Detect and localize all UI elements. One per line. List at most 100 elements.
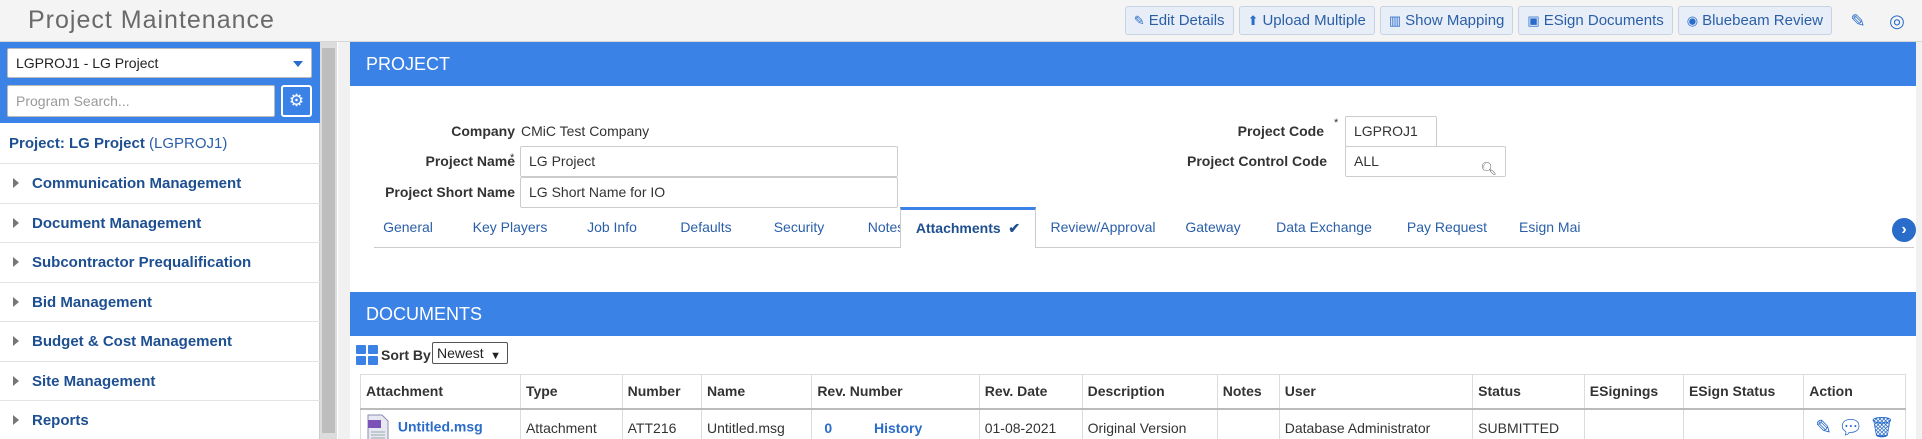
documents-section-header: DOCUMENTS bbox=[350, 292, 1916, 336]
documents-table: Attachment Type Number Name Rev. Number … bbox=[360, 374, 1906, 439]
name-cell: Untitled.msg bbox=[700, 408, 813, 439]
column-header-rev-date[interactable]: Rev. Date bbox=[978, 374, 1083, 410]
main-content: PROJECT Company CMiC Test Company Projec… bbox=[338, 42, 1922, 439]
tab-job-info[interactable]: Job Info bbox=[571, 207, 653, 248]
esign-documents-button[interactable]: ▣ ESign Documents bbox=[1518, 6, 1673, 35]
expand-arrow-icon bbox=[13, 257, 19, 267]
upload-icon: ⬆ bbox=[1247, 12, 1259, 28]
column-header-notes[interactable]: Notes bbox=[1216, 374, 1280, 410]
attachment-cell: Untitled.msg bbox=[360, 408, 521, 439]
eye-icon: ◉ bbox=[1686, 12, 1699, 28]
sidebar-item-budget-cost-management[interactable]: Budget & Cost Management bbox=[0, 321, 320, 361]
project-name-field[interactable]: LG Project bbox=[520, 146, 898, 177]
project-short-name-field[interactable]: LG Short Name for IO bbox=[520, 177, 898, 208]
tabs-scroll-right-button[interactable]: › bbox=[1892, 218, 1916, 242]
caret-down-icon bbox=[293, 61, 303, 67]
required-mark: * bbox=[510, 152, 515, 164]
column-header-number[interactable]: Number bbox=[621, 374, 702, 410]
tab-general[interactable]: General bbox=[374, 207, 442, 248]
sidebar-scrollbar[interactable] bbox=[320, 42, 337, 439]
description-cell: Original Version bbox=[1081, 408, 1218, 439]
company-value: CMiC Test Company bbox=[521, 123, 650, 139]
project-section-header: PROJECT bbox=[350, 42, 1916, 86]
sidebar-item-subcontractor-prequalification[interactable]: Subcontractor Prequalification bbox=[0, 242, 320, 282]
project-select[interactable]: LGPROJ1 - LG Project bbox=[7, 48, 312, 78]
column-header-attachment[interactable]: Attachment bbox=[360, 374, 521, 410]
sidebar-item-site-management[interactable]: Site Management bbox=[0, 360, 320, 401]
expand-arrow-icon bbox=[13, 217, 19, 228]
chevron-down-icon: ▼ bbox=[490, 350, 501, 362]
column-header-user[interactable]: User bbox=[1278, 374, 1474, 410]
trash-icon[interactable]: 🗑︎ bbox=[1869, 415, 1894, 439]
edit-details-button[interactable]: ✎ Edit Details bbox=[1124, 6, 1234, 35]
action-cell: ✎ 💬︎ 🗑︎ bbox=[1803, 408, 1906, 439]
comments-icon[interactable]: 💬︎ bbox=[1838, 415, 1863, 439]
sidebar-item-reports[interactable]: Reports bbox=[0, 400, 320, 439]
column-header-type[interactable]: Type bbox=[519, 374, 623, 410]
tab-security[interactable]: Security bbox=[755, 207, 843, 248]
sidebar-item-label: Document Management bbox=[32, 214, 202, 232]
sidebar-item-label: Site Management bbox=[32, 372, 156, 390]
project-control-code-field[interactable]: ALL 🔍︎ bbox=[1345, 146, 1506, 177]
checkmark-icon: ✔ bbox=[1004, 220, 1021, 236]
gear-icon: ⚙ bbox=[288, 91, 305, 110]
status-cell: SUBMITTED bbox=[1472, 408, 1585, 439]
tab-key-players[interactable]: Key Players bbox=[460, 207, 560, 248]
project-code-field[interactable]: LGPROJ1 bbox=[1345, 116, 1437, 147]
user-profile-icon[interactable]: ◎ bbox=[1884, 8, 1910, 34]
attachment-link[interactable]: Untitled.msg bbox=[398, 418, 483, 434]
rev-number-link[interactable]: 0 bbox=[824, 420, 832, 436]
sidebar-item-label: Budget & Cost Management bbox=[32, 333, 233, 350]
upload-multiple-button[interactable]: ⬆ Upload Multiple bbox=[1238, 6, 1375, 35]
tab-defaults[interactable]: Defaults bbox=[661, 207, 751, 248]
project-code-label: Project Code bbox=[1237, 123, 1324, 139]
expand-arrow-icon bbox=[13, 375, 19, 386]
scrollbar-thumb[interactable] bbox=[322, 48, 335, 433]
esign-documents-label: ESign Documents bbox=[1543, 12, 1664, 29]
sort-by-value: Newest bbox=[437, 345, 484, 361]
tab-bar: General Key Players Job Info Defaults Se… bbox=[374, 207, 1914, 248]
tab-attachments-label: Attachments bbox=[915, 220, 1001, 236]
program-search-input[interactable]: Program Search... bbox=[7, 85, 275, 117]
column-header-name[interactable]: Name bbox=[700, 374, 813, 410]
sidebar-item-document-management[interactable]: Document Management bbox=[0, 202, 320, 243]
type-cell: Attachment bbox=[519, 408, 623, 439]
number-cell: ATT216 bbox=[621, 408, 702, 439]
sidebar-header: LGPROJ1 - LG Project Program Search... ⚙ bbox=[0, 42, 320, 123]
sort-by-select[interactable]: Newest ▼ bbox=[432, 342, 508, 364]
project-name-label: Project Name bbox=[425, 153, 515, 169]
tab-attachments[interactable]: Attachments ✔ bbox=[900, 207, 1036, 248]
column-header-status[interactable]: Status bbox=[1472, 374, 1585, 410]
search-icon[interactable]: 🔍︎ bbox=[1480, 154, 1497, 183]
tab-gateway[interactable]: Gateway bbox=[1174, 207, 1252, 248]
sidebar-item-label: Communication Management bbox=[32, 175, 242, 192]
edit-page-icon[interactable]: ✎ bbox=[1845, 8, 1871, 34]
document-icon: ▣ bbox=[1527, 12, 1540, 28]
sidebar-item-communication-management[interactable]: Communication Management bbox=[0, 163, 320, 203]
bluebeam-review-label: Bluebeam Review bbox=[1702, 12, 1823, 29]
app-title: Project Maintenance bbox=[28, 6, 275, 34]
column-header-esignings[interactable]: ESignings bbox=[1583, 374, 1684, 410]
user-cell: Database Administrator bbox=[1278, 408, 1474, 439]
company-label: Company bbox=[451, 123, 515, 139]
toolbar: ✎ Edit Details ⬆ Upload Multiple ▥ Show … bbox=[1124, 6, 1832, 35]
bluebeam-review-button[interactable]: ◉ Bluebeam Review bbox=[1677, 6, 1832, 35]
notes-cell bbox=[1216, 408, 1280, 439]
show-mapping-button[interactable]: ▥ Show Mapping bbox=[1379, 6, 1514, 35]
column-header-description[interactable]: Description bbox=[1081, 374, 1218, 410]
tab-esign-maintenance[interactable]: Esign Mai bbox=[1519, 207, 1589, 248]
tab-data-exchange[interactable]: Data Exchange bbox=[1271, 207, 1377, 248]
project-select-value: LGPROJ1 - LG Project bbox=[16, 55, 159, 71]
tab-pay-request[interactable]: Pay Request bbox=[1397, 207, 1497, 248]
column-header-rev-number[interactable]: Rev. Number bbox=[811, 374, 980, 410]
settings-button[interactable]: ⚙ bbox=[281, 85, 312, 117]
expand-arrow-icon bbox=[13, 178, 19, 188]
tab-review-approval[interactable]: Review/Approval bbox=[1048, 207, 1158, 248]
edit-pencil-icon[interactable]: ✎ bbox=[1815, 415, 1832, 439]
project-form: Company CMiC Test Company Project Name *… bbox=[350, 86, 1916, 292]
current-project[interactable]: Project: LG Project (LGPROJ1) bbox=[9, 135, 227, 152]
history-link[interactable]: History bbox=[874, 420, 922, 436]
grid-view-icon[interactable] bbox=[356, 345, 378, 365]
sidebar-item-bid-management[interactable]: Bid Management bbox=[0, 281, 320, 322]
column-header-esign-status[interactable]: ESign Status bbox=[1682, 374, 1805, 410]
